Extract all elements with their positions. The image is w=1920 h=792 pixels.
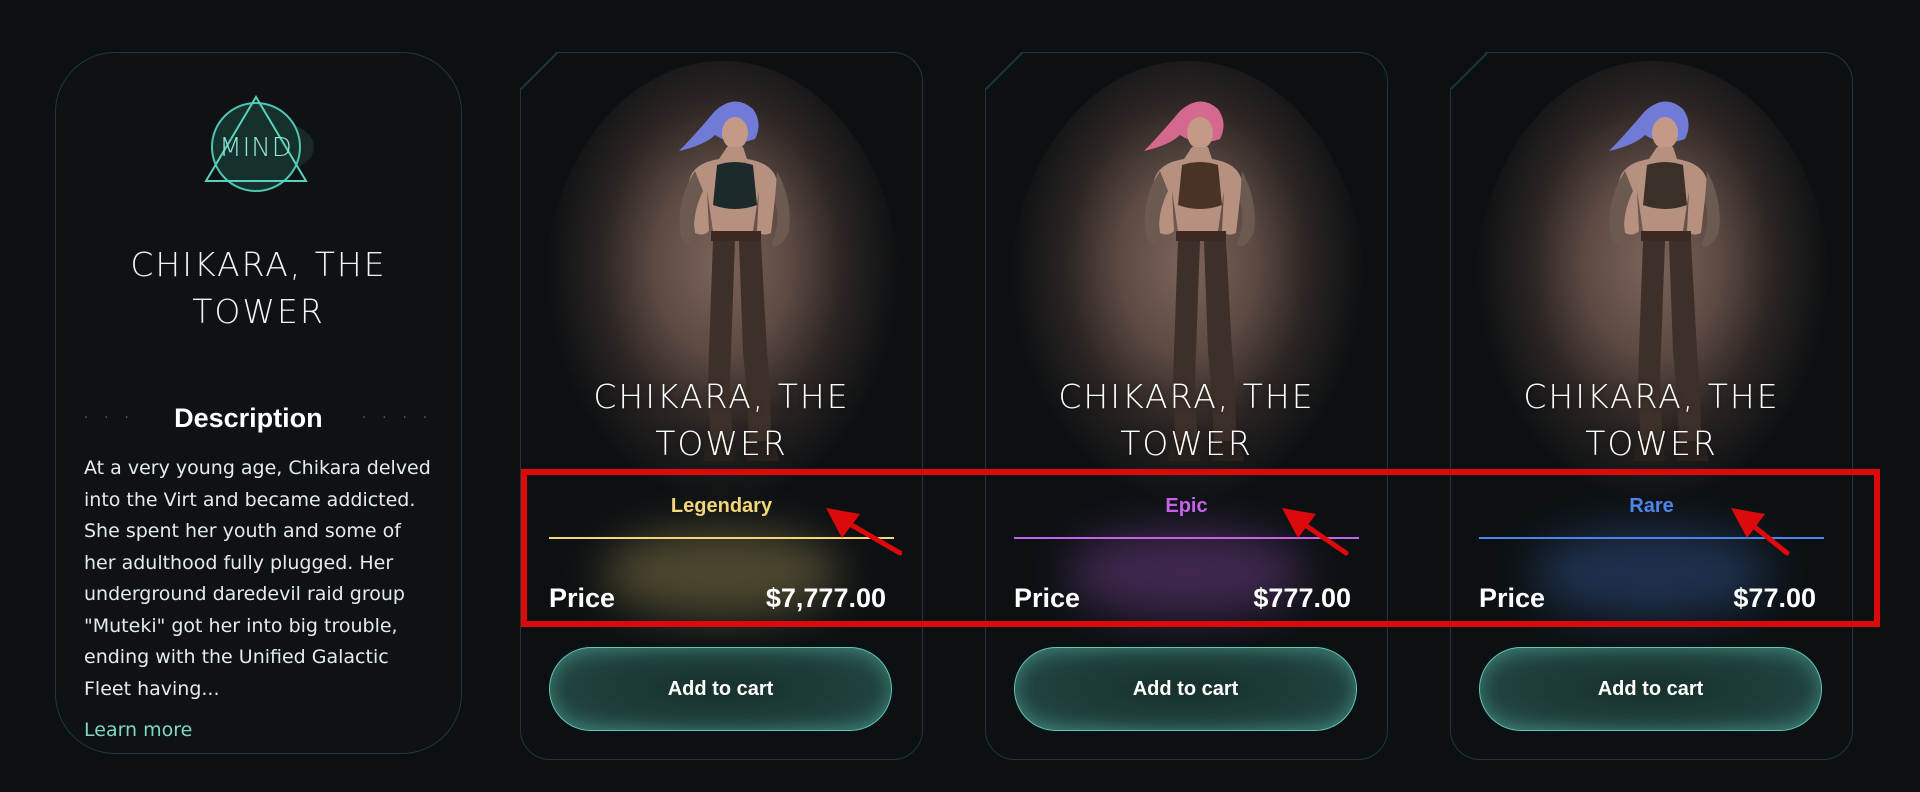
add-to-cart-button[interactable]: Add to cart [1014, 647, 1357, 731]
rarity-label: Rare [1629, 495, 1674, 517]
price-value: $777.00 [1253, 582, 1351, 613]
rarity-underline [549, 537, 894, 539]
character-info-card: MIND CHIKARA, THE TOWER · · · Descriptio… [55, 52, 462, 754]
rarity-underline [1014, 537, 1359, 539]
price-row: Price $7,777.00 [549, 578, 886, 618]
description-text: At a very young age, Chikara delved into… [84, 457, 431, 700]
description-header: · · · Description · · · · [84, 401, 433, 435]
price-label: Price [1479, 582, 1546, 613]
price-label: Price [1014, 582, 1081, 613]
price-row: Price $777.00 [1014, 578, 1351, 618]
add-to-cart-button[interactable]: Add to cart [549, 647, 892, 731]
learn-more-link[interactable]: Learn more [84, 719, 192, 741]
card-title: CHIKARA, THE TOWER [1058, 377, 1315, 463]
character-title: CHIKARA, THE TOWER [130, 245, 387, 331]
card-title: CHIKARA, THE TOWER [1523, 377, 1780, 463]
card-title: CHIKARA, THE TOWER [593, 377, 850, 463]
rarity-label: Epic [1165, 495, 1208, 517]
price-label: Price [549, 582, 616, 613]
price-row: Price $77.00 [1479, 578, 1816, 618]
product-card: CHIKARA, THE TOWER Epic Price $777.00 Ad… [985, 52, 1388, 760]
add-to-cart-button[interactable]: Add to cart [1479, 647, 1822, 731]
rarity-label: Legendary [670, 495, 773, 517]
price-value: $77.00 [1733, 582, 1816, 613]
mind-emblem-icon: MIND [204, 95, 316, 199]
divider-dots-right: · · · · [362, 410, 433, 426]
emblem-label: MIND [219, 133, 293, 163]
price-value: $7,777.00 [765, 582, 886, 613]
product-card: CHIKARA, THE TOWER Legendary Price $7,77… [520, 52, 923, 760]
product-card: CHIKARA, THE TOWER Rare Price $77.00 Add… [1450, 52, 1853, 760]
rarity-underline [1479, 537, 1824, 539]
divider-dots-left: · · · [84, 410, 135, 426]
description-heading: Description [174, 402, 323, 433]
